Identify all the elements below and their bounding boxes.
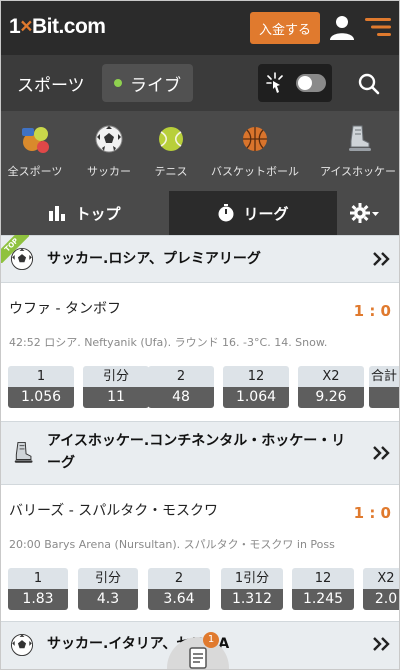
- category-label: テニス: [154, 165, 188, 178]
- category-basketball[interactable]: バスケットボール: [207, 111, 303, 191]
- live-toggle-switch[interactable]: [296, 74, 326, 92]
- user-icon[interactable]: [329, 14, 355, 40]
- ice-skate-icon: [349, 125, 371, 151]
- app-window: 1×Bit.com 入金する スポーツ ライブ 全スポーツ サッカー テニス バ…: [0, 0, 400, 670]
- bet-count-badge: 1: [203, 632, 219, 648]
- bar-chart-icon: [49, 206, 66, 221]
- tab-top[interactable]: トップ: [1, 191, 169, 235]
- sport-categories-bar: 全スポーツ サッカー テニス バスケットボール アイスホッケー: [1, 111, 399, 191]
- sports-title[interactable]: スポーツ: [17, 71, 85, 96]
- tab-top-label: トップ: [75, 204, 121, 223]
- odds-button[interactable]: 12 1.064: [223, 366, 289, 408]
- category-ice-hockey[interactable]: アイスホッケー: [315, 111, 399, 191]
- deposit-button[interactable]: 入金する: [250, 12, 320, 44]
- category-label: サッカー: [87, 165, 131, 178]
- basketball-icon: [243, 127, 267, 151]
- match-teams: バリーズ - スパルタク・モスクワ: [9, 503, 218, 519]
- category-tennis[interactable]: テニス: [141, 111, 201, 191]
- tennis-ball-icon: [159, 127, 183, 151]
- odds-button[interactable]: 2 3.64: [148, 568, 210, 610]
- category-label: バスケットボール: [211, 165, 299, 178]
- match-info: 20:00 Barys Arena (Nursultan). スパルタク・モスク…: [9, 538, 335, 551]
- settings-dropdown[interactable]: [337, 191, 399, 235]
- odds-button[interactable]: 1 1.83: [8, 568, 68, 610]
- league-header[interactable]: アイスホッケー.コンチネンタル・ホッケー・リーグ: [1, 421, 399, 485]
- odds-button[interactable]: 1引分 1.312: [221, 568, 283, 610]
- odds-button[interactable]: 引分 11: [83, 366, 149, 408]
- view-tabs: トップ リーグ: [1, 191, 399, 235]
- league-name: サッカー.ロシア、プレミアリーグ: [47, 251, 261, 267]
- match-card[interactable]: バリーズ - スパルタク・モスクワ 1 : 0 20:00 Barys Aren…: [1, 486, 399, 616]
- document-icon: [189, 647, 207, 669]
- match-info: 42:52 ロシア. Neftyanik (Ufa). ラウンド 16. -3°…: [9, 336, 328, 349]
- match-card[interactable]: ウファ - タンボフ 1 : 0 42:52 ロシア. Neftyanik (U…: [1, 284, 399, 414]
- match-score: 1 : 0: [353, 302, 391, 320]
- soccer-ball-icon: [10, 633, 34, 657]
- odds-button[interactable]: X2 2.0: [363, 568, 399, 610]
- sports-bar: スポーツ ライブ: [1, 55, 399, 111]
- live-button[interactable]: ライブ: [102, 64, 193, 102]
- double-chevron-right-icon[interactable]: [371, 249, 391, 269]
- league-header[interactable]: サッカー.ロシア、プレミアリーグ: [1, 235, 399, 283]
- sparkle-icon: [266, 72, 283, 93]
- odds-button[interactable]: 12 1.245: [292, 568, 354, 610]
- ice-skate-icon: [14, 441, 33, 463]
- double-chevron-right-icon[interactable]: [371, 634, 391, 654]
- top-header: 1×Bit.com 入金する: [1, 1, 399, 55]
- double-chevron-right-icon[interactable]: [371, 443, 391, 463]
- all-sports-icon: [22, 127, 49, 153]
- odds-button[interactable]: X2 9.26: [298, 366, 364, 408]
- category-label: 全スポーツ: [7, 165, 63, 178]
- tab-league-label: リーグ: [243, 204, 289, 223]
- tab-league[interactable]: リーグ: [169, 191, 337, 235]
- odds-button[interactable]: 引分 4.3: [78, 568, 138, 610]
- live-indicator-dot: [114, 79, 122, 87]
- live-mode-toggle-box: [258, 64, 332, 102]
- league-name: アイスホッケー.コンチネンタル・ホッケー・リーグ: [47, 433, 346, 471]
- top-ribbon: TOP: [1, 235, 29, 263]
- category-all-sports[interactable]: 全スポーツ: [1, 111, 69, 191]
- odds-button[interactable]: 1 1.056: [8, 366, 74, 408]
- soccer-ball-icon: [95, 125, 123, 153]
- category-soccer[interactable]: サッカー: [77, 111, 141, 191]
- match-teams: ウファ - タンボフ: [9, 301, 121, 317]
- match-score: 1 : 0: [353, 504, 391, 522]
- odds-button[interactable]: 合計: [369, 366, 399, 408]
- stopwatch-icon: [218, 204, 234, 222]
- search-icon[interactable]: [358, 73, 380, 95]
- logo[interactable]: 1×Bit.com: [9, 15, 106, 39]
- live-label: ライブ: [130, 75, 181, 96]
- odds-button[interactable]: 2 48: [148, 366, 214, 408]
- category-label: アイスホッケー: [319, 165, 397, 178]
- menu-icon[interactable]: [365, 17, 391, 37]
- toggle-knob: [298, 76, 312, 90]
- gear-icon: [350, 203, 379, 223]
